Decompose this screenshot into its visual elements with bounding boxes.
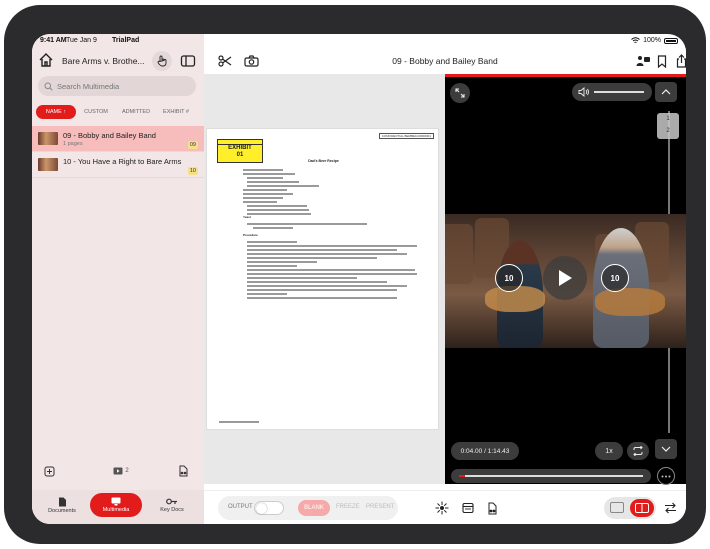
item-title: 09 - Bobby and Bailey Band (63, 131, 156, 140)
sidebar-header: Bare Arms v. Brothe... (32, 48, 204, 74)
exhibit-label: EXHIBIT (228, 145, 252, 151)
tab-key-docs[interactable]: Key Docs (146, 493, 198, 517)
freeze-button[interactable]: FREEZE (336, 504, 360, 510)
more-options-icon[interactable] (657, 467, 675, 485)
skip-forward-button[interactable]: 10 (601, 264, 629, 292)
layout-switcher (604, 497, 656, 519)
laser-pointer-icon[interactable] (434, 500, 450, 516)
case-title[interactable]: Bare Arms v. Brothe... (62, 56, 145, 66)
tab-label: Multimedia (102, 507, 130, 513)
video-thumbnail (38, 158, 58, 171)
video-icon (113, 467, 123, 475)
output-toggle[interactable] (254, 501, 284, 515)
share-icon[interactable] (672, 52, 686, 70)
main-toolbar: 09 - Bobby and Bailey Band (204, 48, 686, 74)
tab-label: Key Docs (160, 507, 184, 513)
skip-back-button[interactable]: 10 (495, 264, 523, 292)
exhibit-number: 01 (236, 152, 244, 158)
recipe-title: Dad's Beer Recipe (308, 159, 339, 163)
document-icon (58, 497, 66, 506)
home-icon[interactable] (38, 52, 54, 68)
multimedia-list: 09 - Bobby and Bailey Band 1 pages 09 10… (32, 126, 204, 178)
tab-multimedia[interactable]: Multimedia (90, 493, 142, 517)
bookmark-icon[interactable] (653, 52, 671, 70)
blank-button[interactable]: BLANK (298, 500, 330, 516)
video-player[interactable]: 1 2 10 10 0:04.00 / 1:14.43 1x (445, 74, 686, 485)
chevron-up-icon[interactable] (655, 82, 677, 102)
loop-icon[interactable] (627, 442, 649, 460)
fullscreen-icon[interactable] (450, 83, 470, 103)
swap-icon[interactable] (662, 500, 678, 516)
progress-track (459, 475, 643, 477)
present-button[interactable]: PRESENT (366, 504, 394, 510)
bottom-toolbar: OUTPUT BLANK FREEZE PRESENT (204, 490, 686, 524)
page-indicator[interactable]: 1 2 (657, 113, 679, 139)
add-media-icon[interactable] (42, 464, 56, 478)
hand-pointer-icon[interactable] (152, 51, 172, 71)
split-pane-layout-icon[interactable] (630, 499, 654, 517)
video-frame: 10 10 (445, 214, 686, 348)
volume-control[interactable] (572, 83, 652, 101)
search-input[interactable] (57, 81, 187, 91)
sidebar-toolbar: 2 (32, 462, 204, 480)
status-right: 100% (631, 37, 678, 44)
confidential-stamp: CONFIDENTIAL BEMBE0-00000001 (378, 133, 434, 139)
chevron-down-icon[interactable] (655, 439, 677, 459)
page-number: 1 (666, 116, 670, 122)
search-icon (44, 82, 53, 91)
status-date: Tue Jan 9 (66, 37, 97, 44)
callout-icon[interactable] (460, 500, 476, 516)
presenter-mode-icon[interactable] (634, 52, 652, 70)
document-share-icon[interactable] (484, 500, 500, 516)
sort-bar: NAME ↑ CUSTOM ADMITTED EXHIBIT # (36, 105, 200, 119)
key-docs-icon (166, 498, 177, 505)
output-controls: OUTPUT BLANK FREEZE PRESENT (218, 496, 398, 520)
ipad-frame: Bare Arms v. Brothe... NAME ↑ CUSTOM ADM… (4, 5, 706, 544)
bottom-tab-bar: Documents Multimedia Key Docs (32, 490, 204, 524)
output-label: OUTPUT (228, 504, 253, 510)
time-display: 0:04.00 / 1:14.43 (451, 442, 519, 460)
list-item[interactable]: 10 - You Have a Right to Bare Arms 10 (32, 152, 204, 178)
tab-label: Documents (48, 507, 76, 514)
battery-percent: 100% (643, 37, 661, 44)
page-number: 2 (666, 128, 670, 134)
item-subtitle: 1 pages (63, 141, 83, 147)
item-title: 10 - You Have a Right to Bare Arms (63, 157, 182, 166)
procedure-label: Procedure (243, 233, 258, 237)
media-count: 2 (108, 464, 134, 478)
progress-fill (459, 475, 465, 477)
sidebar: Bare Arms v. Brothe... NAME ↑ CUSTOM ADM… (32, 34, 204, 524)
tab-documents[interactable]: Documents (36, 493, 88, 517)
sort-exhibit-button[interactable]: EXHIBIT # (156, 105, 196, 119)
play-icon (559, 270, 572, 286)
single-pane-layout-icon[interactable] (610, 502, 624, 513)
battery-icon (664, 37, 678, 44)
document-title: 09 - Bobby and Bailey Band (392, 56, 498, 66)
video-thumbnail (38, 132, 58, 145)
status-time: 9:41 AM (40, 37, 67, 44)
yeast-label: Yeast (243, 215, 251, 219)
sort-name-button[interactable]: NAME ↑ (36, 105, 76, 119)
document-page[interactable]: CONFIDENTIAL BEMBE0-00000001 EXHIBIT 01 … (206, 128, 439, 430)
exhibit-badge: 10 (187, 167, 198, 175)
status-bar: 9:41 AM Tue Jan 9 TrialPad 100% (32, 34, 686, 48)
list-item[interactable]: 09 - Bobby and Bailey Band 1 pages 09 (32, 126, 204, 152)
media-count-text: 2 (125, 468, 129, 474)
multimedia-icon (111, 497, 121, 506)
sort-custom-button[interactable]: CUSTOM (76, 105, 116, 119)
main-content: CONFIDENTIAL BEMBE0-00000001 EXHIBIT 01 … (204, 74, 686, 485)
speaker-icon (578, 87, 589, 97)
search-bar[interactable] (38, 76, 196, 96)
share-document-icon[interactable] (176, 464, 190, 478)
exhibit-badge: 09 (187, 141, 198, 149)
sidebar-toggle-icon[interactable] (180, 53, 196, 69)
wifi-icon (631, 37, 640, 43)
screen: Bare Arms v. Brothe... NAME ↑ CUSTOM ADM… (32, 34, 686, 524)
sort-admitted-button[interactable]: ADMITTED (116, 105, 156, 119)
volume-slider[interactable] (594, 91, 644, 93)
status-app-name: TrialPad (112, 37, 140, 44)
play-button[interactable] (543, 256, 587, 300)
video-progress-bar[interactable] (451, 469, 651, 483)
playback-speed-button[interactable]: 1x (595, 442, 623, 460)
